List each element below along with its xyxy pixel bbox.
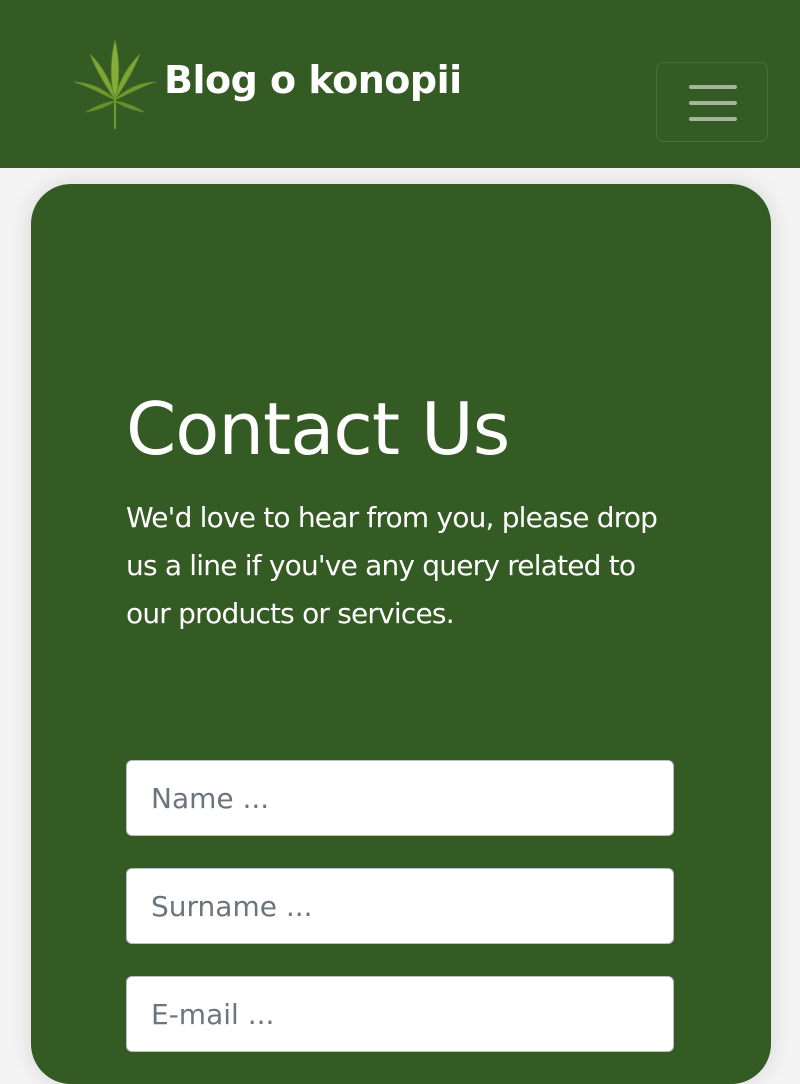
navbar-toggler-button[interactable] [656, 62, 768, 142]
contact-description: We'd love to hear from you, please drop … [126, 501, 658, 630]
contact-card: Contact Us We'd love to hear from you, p… [31, 184, 771, 1084]
surname-input[interactable] [126, 868, 674, 944]
brand-link[interactable]: Blog o konopii [70, 38, 462, 130]
page-title: Contact Us [126, 387, 510, 471]
navbar: Blog o konopii [0, 0, 800, 168]
email-input[interactable] [126, 976, 674, 1052]
brand-title: Blog o konopii [164, 58, 462, 102]
name-input[interactable] [126, 760, 674, 836]
cannabis-leaf-icon [73, 39, 157, 130]
